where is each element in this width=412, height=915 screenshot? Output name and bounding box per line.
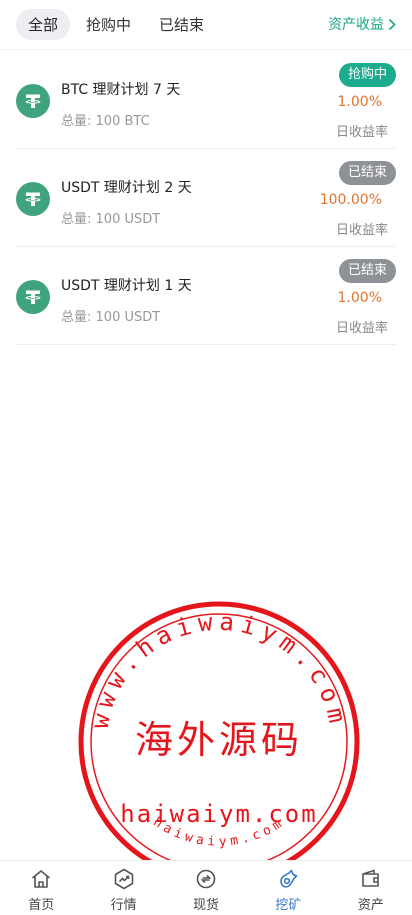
plan-title: USDT 理财计划 1 天 [61,278,192,294]
daily-rate-label: 日收益率 [335,125,388,140]
chevron-right-icon [388,18,396,30]
watermark-bottom-text: haiwaiym.com [150,815,283,850]
plan-total: 总量: 100 USDT [61,212,161,227]
mining-icon [280,869,298,888]
watermark-main-text: 海外源码 [135,718,303,762]
svg-text:www.haiwaiym.com: www.haiwaiym.com [86,608,353,731]
nav-mining-label: 挖矿 [275,898,302,913]
nav-market-label: 行情 [110,898,137,913]
list-item[interactable]: USDT 理财计划 2 天 总量: 100 USDT 已结束 100.00% 日… [16,149,396,247]
bottom-nav: 首页 行情 现货 挖矿 资产 [0,860,412,915]
nav-home[interactable]: 首页 [0,861,82,915]
nav-spot[interactable]: 现货 [165,861,247,915]
watermark-top-text: www.haiwaiym.com [86,608,347,731]
filter-tabs: 全部 抢购中 已结束 资产收益 [0,0,412,50]
tab-ended[interactable]: 已结束 [147,9,216,40]
plan-title: BTC 理财计划 7 天 [61,82,181,98]
nav-assets-label: 资产 [357,898,384,913]
nav-spot-label: 现货 [193,898,220,913]
list-item[interactable]: BTC 理财计划 7 天 总量: 100 BTC 抢购中 1.00% 日收益率 [16,51,396,149]
status-badge: 抢购中 [338,63,396,87]
plan-total: 总量: 100 USDT [61,310,161,325]
list-item[interactable]: USDT 理财计划 1 天 总量: 100 USDT 已结束 1.00% 日收益… [16,247,396,345]
daily-rate-label: 日收益率 [335,223,388,238]
assets-earnings-label: 资产收益 [328,17,384,33]
watermark-stamp: www.haiwaiym.com 海外源码 haiwaiym.com haiwa… [78,601,360,883]
daily-rate: 1.00% [337,290,382,306]
daily-rate: 100.00% [319,192,382,208]
plan-total: 总量: 100 BTC [61,114,150,129]
wallet-icon [362,869,379,887]
status-badge: 已结束 [338,259,396,283]
home-icon [32,870,51,888]
daily-rate: 1.00% [337,94,382,110]
spot-icon [196,869,216,889]
assets-earnings-link[interactable]: 资产收益 [328,14,396,34]
tether-icon [16,182,50,216]
nav-home-label: 首页 [28,898,55,913]
market-icon [114,868,133,890]
tether-icon [16,84,50,118]
nav-market[interactable]: 行情 [82,861,164,915]
daily-rate-label: 日收益率 [335,321,388,336]
nav-mining[interactable]: 挖矿 [247,861,329,915]
svg-text:haiwaiym.com: haiwaiym.com [150,815,287,850]
watermark-domain-text: haiwaiym.com [120,800,317,828]
tab-buying[interactable]: 抢购中 [74,9,143,40]
plan-title: USDT 理财计划 2 天 [61,180,192,196]
tether-icon [16,280,50,314]
plan-list: BTC 理财计划 7 天 总量: 100 BTC 抢购中 1.00% 日收益率 … [16,51,396,345]
status-badge: 已结束 [338,161,396,185]
nav-assets[interactable]: 资产 [330,861,412,915]
tab-all[interactable]: 全部 [16,9,71,40]
